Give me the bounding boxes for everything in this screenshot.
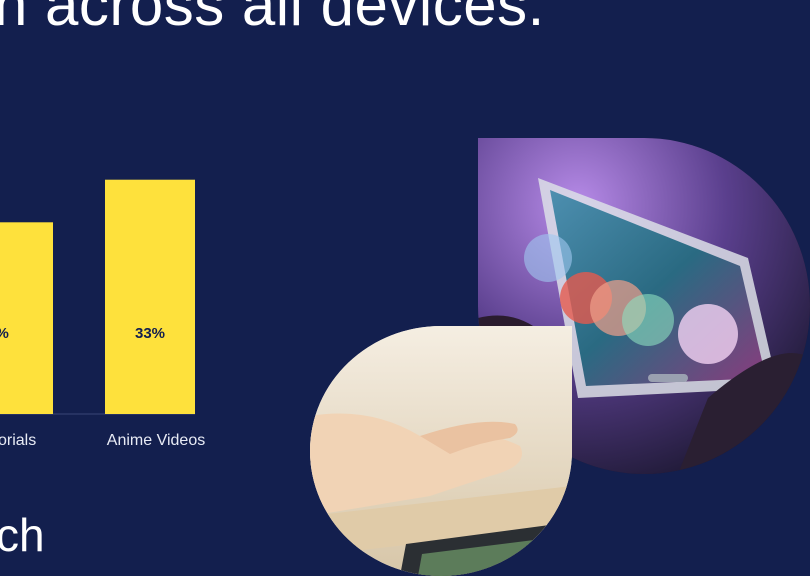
bar-2 [105,179,195,414]
bar-chart: 7% orials 33% Anime Videos [0,179,205,449]
bar-1 [0,222,53,414]
category-label-2: Anime Videos [107,432,205,449]
bar-value-label-2: 33% [135,325,165,342]
bar-value-label-1: 7% [0,325,9,342]
footer-text: ch [0,509,45,561]
category-label-1: orials [0,432,36,449]
child-hand-photo [310,326,572,576]
